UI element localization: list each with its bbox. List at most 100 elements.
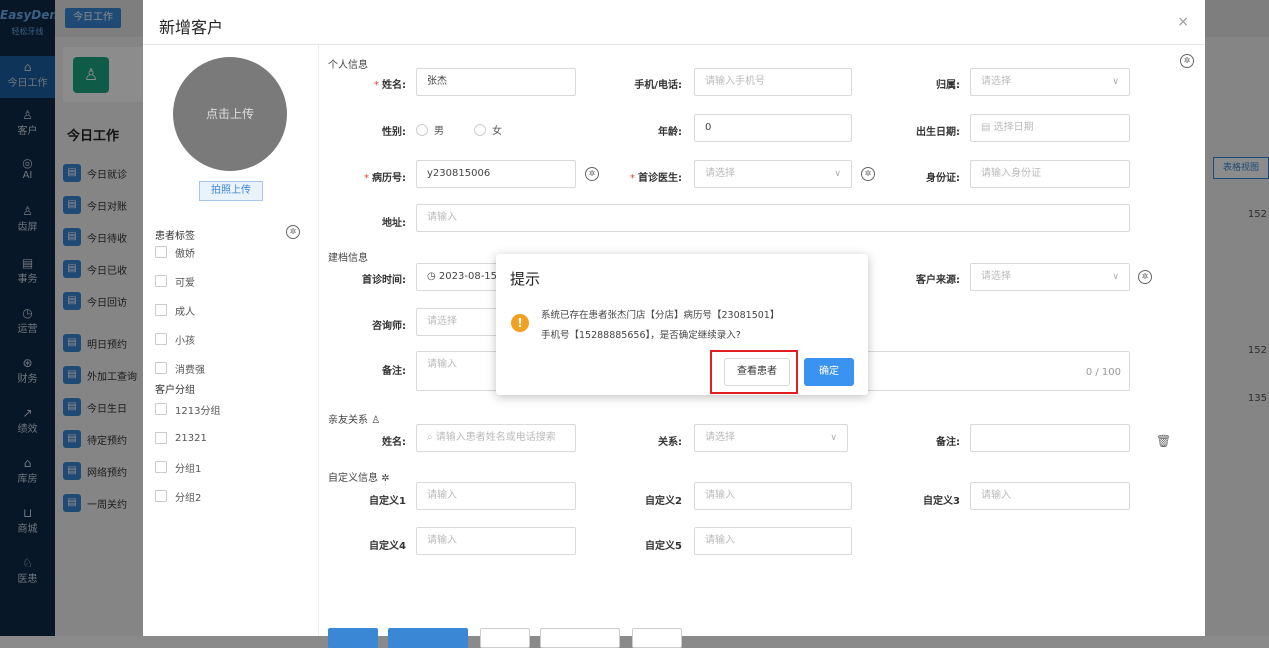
footer-button[interactable] (328, 628, 378, 648)
age-input[interactable]: 0 (694, 114, 852, 142)
group-label: 分组2 (175, 492, 202, 504)
rel-name-label: 姓名: (382, 437, 406, 448)
name-label: * 姓名: (374, 80, 406, 91)
first-doctor-select[interactable]: 请选择 ∨ (694, 160, 852, 188)
rel-remark-label: 备注: (936, 437, 960, 448)
group-checkbox[interactable]: 1213分组 (155, 401, 220, 417)
add-user-icon[interactable]: ♙ (371, 415, 380, 426)
footer-button[interactable] (388, 628, 468, 648)
app-root: EasyDent 轻松牙线 ⌂ 今日工作 ♙ 客户 ◎ AI ♙ 齿屏 ▤ 事务 ◷ 运营 … (0, 0, 1269, 648)
first-visit-picker[interactable]: ◷ 2023-08-15 (416, 263, 500, 291)
age-label: 年龄: (658, 127, 682, 138)
photo-upload-button[interactable]: 拍照上传 (199, 181, 263, 201)
address-input[interactable]: 请输入 (416, 204, 1130, 232)
message-line: 系统已存在患者张杰门店【分店】病历号【23081501】 (541, 310, 780, 321)
radio-label: 女 (492, 126, 502, 137)
consultant-label: 咨询师: (372, 321, 406, 332)
checkbox[interactable] (155, 432, 167, 444)
custom3-input[interactable]: 请输入 (970, 482, 1130, 510)
avatar-upload[interactable]: 点击上传 (173, 57, 287, 171)
textarea-placeholder: 请输入 (427, 359, 457, 370)
record-label: * 病历号: (364, 173, 406, 184)
belong-select[interactable]: 请选择 ∨ (970, 68, 1130, 96)
custom2-label: 自定义2 (645, 496, 682, 507)
idcard-input[interactable]: 请输入身份证 (970, 160, 1130, 188)
radio[interactable] (474, 123, 486, 136)
dialog-message: 系统已存在患者张杰门店【分店】病历号【23081501】 手机号【1528888… (541, 306, 851, 346)
footer-button[interactable] (632, 628, 682, 648)
group-checkbox[interactable]: 21321 (155, 430, 207, 446)
customer-group-label: 客户分组 (155, 385, 195, 396)
name-input[interactable]: 张杰 (416, 68, 576, 96)
source-select[interactable]: 请选择 ∨ (970, 263, 1130, 291)
tag-checkbox[interactable]: 消费强 (155, 360, 205, 376)
warning-icon: ! (511, 314, 529, 332)
checkbox[interactable] (155, 362, 167, 374)
rel-remark-input[interactable] (970, 424, 1130, 452)
tag-checkbox[interactable]: 成人 (155, 302, 195, 318)
belong-label: 归属: (936, 80, 960, 91)
record-input[interactable]: y230815006 (416, 160, 576, 188)
gender-male-radio[interactable]: 男 (416, 122, 444, 137)
phone-label: 手机/电话: (634, 80, 682, 91)
trash-icon[interactable]: 🗑 (1156, 434, 1171, 448)
section-relatives: 亲友关系 ♙ (328, 411, 380, 426)
radio-label: 男 (434, 126, 444, 137)
checkbox[interactable] (155, 403, 167, 415)
checkbox[interactable] (155, 304, 167, 316)
tag-checkbox[interactable]: 傲娇 (155, 244, 195, 260)
footer-button[interactable] (480, 628, 530, 648)
confirm-button[interactable]: 确定 (804, 358, 854, 386)
custom1-label: 自定义1 (369, 496, 406, 507)
custom4-input[interactable]: 请输入 (416, 527, 576, 555)
relation-select[interactable]: 请选择 ∨ (694, 424, 848, 452)
gear-icon[interactable]: ✲ (1138, 270, 1152, 284)
custom2-input[interactable]: 请输入 (694, 482, 852, 510)
first-doctor-label: * 首诊医生: (630, 173, 682, 184)
group-label: 1213分组 (175, 405, 221, 417)
tag-label: 可爱 (175, 277, 195, 289)
section-archive-info: 建档信息 (328, 253, 368, 264)
search-icon: ⌕ (427, 432, 436, 443)
close-icon[interactable]: × (1177, 14, 1189, 30)
confirm-dialog: 提示 ! 系统已存在患者张杰门店【分店】病历号【23081501】 手机号【15… (496, 254, 868, 395)
footer-button[interactable] (540, 628, 620, 648)
select-placeholder: 请选择 (705, 168, 735, 179)
custom1-input[interactable]: 请输入 (416, 482, 576, 510)
group-label: 分组1 (175, 463, 202, 475)
label-text: 病历号: (372, 173, 406, 184)
checkbox[interactable] (155, 246, 167, 258)
tag-checkbox[interactable]: 小孩 (155, 331, 195, 347)
consultant-select[interactable]: 请选择 (416, 308, 500, 336)
radio[interactable] (416, 123, 428, 136)
gender-label: 性别: (382, 127, 406, 138)
select-placeholder: 请选择 (705, 432, 735, 443)
gear-icon[interactable]: ✲ (286, 225, 300, 239)
gear-icon[interactable]: ✲ (1180, 54, 1194, 68)
gear-icon[interactable]: ✲ (585, 167, 599, 181)
group-checkbox[interactable]: 分组1 (155, 459, 201, 475)
phone-input[interactable]: 请输入手机号 (694, 68, 852, 96)
clock-icon: ◷ (427, 271, 439, 282)
source-label: 客户来源: (916, 275, 960, 286)
group-checkbox[interactable]: 分组2 (155, 488, 201, 504)
tag-checkbox[interactable]: 可爱 (155, 273, 195, 289)
gender-female-radio[interactable]: 女 (474, 122, 502, 137)
dialog-title: 提示 (510, 270, 541, 288)
group-label: 21321 (175, 432, 207, 444)
gear-icon[interactable]: ✲ (381, 473, 389, 484)
birthday-picker[interactable]: ▤ 选择日期 (970, 114, 1130, 142)
rel-search-input[interactable]: ⌕ 请输入患者姓名或电话搜索 (416, 424, 576, 452)
tag-label: 傲娇 (175, 248, 195, 260)
chevron-down-icon: ∨ (834, 169, 841, 179)
view-patient-button[interactable]: 查看患者 (724, 358, 790, 386)
custom5-input[interactable]: 请输入 (694, 527, 852, 555)
checkbox[interactable] (155, 333, 167, 345)
checkbox[interactable] (155, 461, 167, 473)
gear-icon[interactable]: ✲ (861, 167, 875, 181)
message-line: 手机号【15288885656】，是否确定继续录入? (541, 330, 741, 341)
custom3-label: 自定义3 (923, 496, 960, 507)
checkbox[interactable] (155, 275, 167, 287)
checkbox[interactable] (155, 490, 167, 502)
modal-title: 新增客户 (159, 18, 224, 37)
